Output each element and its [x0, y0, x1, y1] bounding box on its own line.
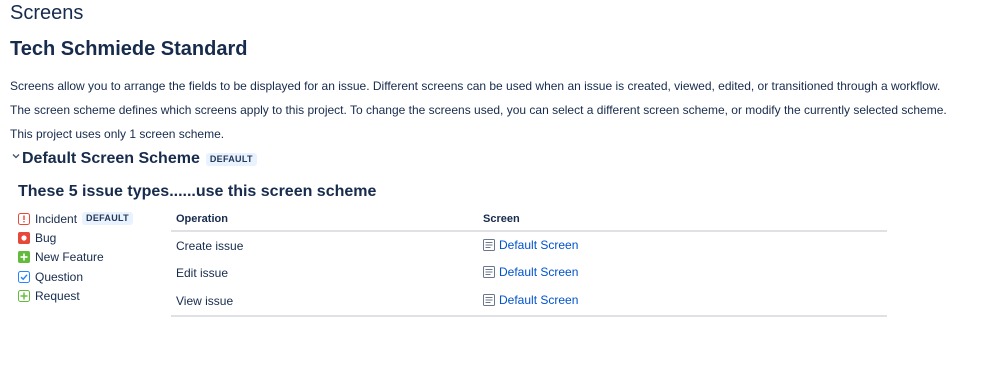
issue-type-question: Question — [18, 267, 133, 286]
question-icon — [18, 270, 30, 283]
chevron-down-icon[interactable] — [12, 152, 22, 163]
request-icon — [18, 289, 30, 302]
operation-cell: Edit issue — [176, 266, 229, 281]
screen-link-label[interactable]: Default Screen — [499, 293, 578, 307]
screen-cell: Default Screen — [478, 260, 887, 288]
screen-icon — [483, 266, 495, 279]
scheme-name: Default Screen Scheme — [22, 150, 200, 167]
column-header-operation: Operation — [171, 208, 478, 232]
screen-operations-table: Operation Screen Create issue Default Sc… — [171, 208, 887, 317]
issue-type-bug: Bug — [18, 228, 133, 247]
table-row: Create issue Default Screen — [171, 231, 887, 260]
operation-cell: Create issue — [176, 238, 244, 253]
issue-type-new-feature: New Feature — [18, 248, 133, 267]
description-paragraph: Screens allow you to arrange the fields … — [10, 79, 941, 93]
project-title: Tech Schmiede Standard — [10, 38, 248, 60]
operation-cell: View issue — [171, 287, 478, 317]
issue-types-heading: These 5 issue types......use this screen… — [18, 183, 377, 200]
screen-icon — [483, 293, 495, 306]
default-badge: DEFAULT — [82, 212, 133, 226]
issue-type-label: New Feature — [35, 250, 104, 265]
page-heading: Screens — [10, 2, 84, 24]
table-row: Edit issue Default Screen — [171, 260, 887, 288]
bug-icon — [18, 231, 30, 244]
issue-type-list: Incident DEFAULT Bug New Feature Questio… — [18, 209, 133, 305]
screen-link[interactable]: Default Screen — [483, 238, 578, 252]
issue-type-request: Request — [18, 286, 133, 305]
screen-icon — [483, 238, 495, 251]
incident-icon — [18, 212, 30, 225]
screen-link[interactable]: Default Screen — [483, 293, 578, 307]
default-badge: DEFAULT — [205, 152, 257, 166]
column-header-screen: Screen — [478, 208, 887, 232]
screen-link-label[interactable]: Default Screen — [499, 265, 578, 279]
table-header-row: Operation Screen — [171, 208, 887, 232]
table-row: View issue Default Screen — [171, 287, 887, 317]
issue-type-label: Bug — [35, 230, 57, 245]
screen-cell: Default Screen — [478, 231, 887, 260]
new-feature-icon — [18, 251, 30, 264]
description-paragraph: The screen scheme defines which screens … — [10, 103, 947, 117]
issue-type-label: Request — [35, 288, 80, 303]
screen-link-label[interactable]: Default Screen — [499, 238, 578, 252]
issue-type-label: Question — [35, 269, 84, 284]
screen-cell: Default Screen — [478, 287, 887, 317]
issue-type-label: Incident — [35, 211, 78, 226]
scheme-count-text: This project uses only 1 screen scheme. — [10, 127, 225, 141]
scheme-header[interactable]: Default Screen Scheme DEFAULT — [12, 150, 257, 168]
issue-type-incident: Incident DEFAULT — [18, 209, 133, 228]
screen-link[interactable]: Default Screen — [483, 265, 578, 279]
